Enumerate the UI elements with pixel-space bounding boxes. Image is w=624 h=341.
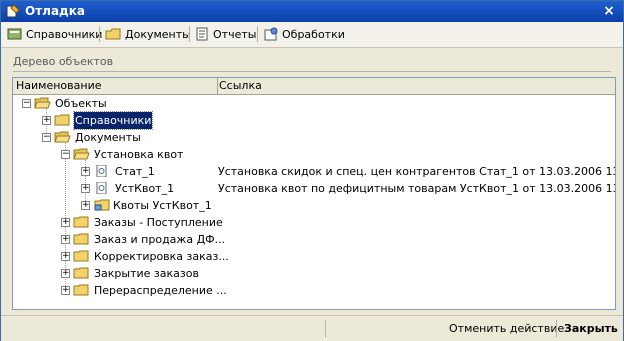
toolbar-separator xyxy=(257,26,258,42)
tree-row[interactable]: + Заказ и продажа ДФ... xyxy=(13,231,615,248)
tree-row-label: Корректировка заказ... xyxy=(94,250,229,263)
cancel-action-button[interactable]: Отменить действие xyxy=(449,321,564,337)
toolbar-separator xyxy=(189,26,190,42)
folder-open-icon xyxy=(73,148,90,160)
document-icon xyxy=(96,165,107,177)
toolbar-processing-button[interactable]: Обработки xyxy=(263,26,345,42)
folder-icon xyxy=(73,233,89,245)
title-bar[interactable]: Отладка × xyxy=(1,1,623,22)
tree-row[interactable]: − Установка квот xyxy=(13,146,615,163)
processing-icon xyxy=(264,27,278,41)
tree-header: Наименование Ссылка xyxy=(13,78,615,95)
column-header-ref[interactable]: Ссылка xyxy=(219,78,262,94)
command-bar: Отменить действие Закрыть xyxy=(1,315,623,341)
tree-row-label: Документы xyxy=(75,131,141,144)
folder-open-icon xyxy=(34,97,51,109)
section-divider xyxy=(13,71,611,72)
tree-row[interactable]: − Документы xyxy=(13,129,615,146)
folder-icon xyxy=(73,216,89,228)
tree-row[interactable]: + Квоты УстКвот_1 xyxy=(13,197,615,214)
toolbar-catalogs-button[interactable]: Справочники xyxy=(7,26,102,42)
expand-toggle[interactable]: + xyxy=(61,252,70,261)
debug-window: Отладка × Справочники Документы Отчеты О… xyxy=(0,0,624,341)
object-tree[interactable]: Наименование Ссылка − Объекты + Справочн… xyxy=(12,77,616,310)
reports-icon xyxy=(196,27,208,41)
table-folder-icon xyxy=(94,199,110,211)
toolbar-documents-label: Документы xyxy=(125,27,191,41)
command-separator xyxy=(556,320,557,337)
folder-icon xyxy=(73,284,89,296)
tree-row-label: Объекты xyxy=(55,97,107,110)
toolbar-processing-label: Обработки xyxy=(282,27,345,41)
expand-toggle[interactable]: + xyxy=(61,286,70,295)
toolbar-separator xyxy=(99,26,100,42)
documents-icon xyxy=(105,28,121,40)
tree-row-ref: Установка квот по дефицитным товарам Уст… xyxy=(218,182,616,195)
expand-toggle[interactable]: + xyxy=(81,184,90,193)
tree-row-label: Закрытие заказов xyxy=(94,267,199,280)
tree-row[interactable]: + Корректировка заказ... xyxy=(13,248,615,265)
tree-row-label: Стат_1 xyxy=(115,165,155,178)
toolbar-reports-button[interactable]: Отчеты xyxy=(195,26,256,42)
document-icon xyxy=(96,182,107,194)
folder-icon xyxy=(73,250,89,262)
tree-row-ref: Установка скидок и спец. цен контрагенто… xyxy=(218,165,616,178)
column-header-name[interactable]: Наименование xyxy=(14,78,218,94)
close-icon[interactable]: × xyxy=(601,3,617,19)
debug-icon xyxy=(6,4,20,18)
tree-row-label: УстКвот_1 xyxy=(115,182,175,195)
catalogs-icon xyxy=(7,28,22,40)
command-separator xyxy=(325,320,326,337)
tree-row-label: Перераспределение ... xyxy=(94,284,227,297)
tree-row-label: Установка квот xyxy=(94,148,184,161)
tree-row[interactable]: + Перераспределение ... xyxy=(13,282,615,299)
toolbar-catalogs-label: Справочники xyxy=(26,27,103,41)
tree-row[interactable]: − Объекты xyxy=(13,95,615,112)
expand-toggle[interactable]: + xyxy=(81,167,90,176)
toolbar-documents-button[interactable]: Документы xyxy=(105,26,191,42)
section-title: Дерево объектов xyxy=(13,55,114,68)
tree-row[interactable]: + Справочники xyxy=(13,111,615,130)
collapse-toggle[interactable]: − xyxy=(61,150,70,159)
tree-row-label: Справочники xyxy=(72,111,154,130)
expand-toggle[interactable]: + xyxy=(81,201,90,210)
tree-row[interactable]: + Заказы - Поступление xyxy=(13,214,615,231)
tree-row[interactable]: + УстКвот_1 Установка квот по дефицитным… xyxy=(13,180,615,197)
tree-row[interactable]: + Закрытие заказов xyxy=(13,265,615,282)
tree-row[interactable]: + Стат_1 Установка скидок и спец. цен ко… xyxy=(13,163,615,180)
expand-toggle[interactable]: + xyxy=(61,218,70,227)
expand-toggle[interactable]: + xyxy=(42,116,51,125)
window-title: Отладка xyxy=(25,4,85,18)
collapse-toggle[interactable]: − xyxy=(42,133,51,142)
toolbar: Справочники Документы Отчеты Обработки xyxy=(1,22,623,48)
tree-row-label: Заказ и продажа ДФ... xyxy=(94,233,226,246)
toolbar-reports-label: Отчеты xyxy=(213,27,257,41)
folder-icon xyxy=(73,267,89,279)
expand-toggle[interactable]: + xyxy=(61,269,70,278)
folder-icon xyxy=(54,114,70,126)
close-button[interactable]: Закрыть xyxy=(564,321,618,337)
tree-row-label: Заказы - Поступление xyxy=(94,216,223,229)
collapse-toggle[interactable]: − xyxy=(22,99,31,108)
expand-toggle[interactable]: + xyxy=(61,235,70,244)
folder-open-icon xyxy=(54,131,71,143)
tree-row-label: Квоты УстКвот_1 xyxy=(113,199,212,212)
